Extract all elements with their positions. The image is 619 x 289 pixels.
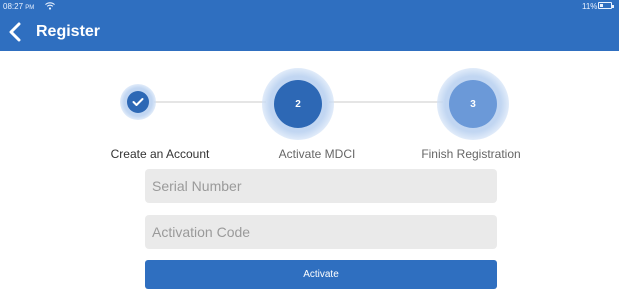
status-time-ampm: PM [25,5,35,11]
status-time-value: 08:27 [3,2,24,11]
battery-icon [598,2,614,9]
step-1-label: Create an Account [110,147,210,161]
activate-button[interactable]: Activate [145,260,497,289]
step-1-circle [127,91,149,113]
wifi-icon [45,2,55,10]
step-3-label: Finish Registration [421,147,521,161]
battery-percentage: 11% [582,2,598,11]
step-3-number: 3 [470,98,476,110]
chevron-left-icon [9,22,21,42]
serial-number-input[interactable] [145,169,497,203]
step-2-number: 2 [295,98,301,110]
step-3-circle: 3 [449,80,497,128]
back-button[interactable] [7,22,25,42]
step-connector-2 [329,101,443,103]
check-icon [132,98,144,106]
step-2-circle: 2 [274,80,322,128]
activate-button-label: Activate [303,269,339,280]
step-2-label: Activate MDCI [278,147,356,161]
page-title: Register [36,23,101,40]
status-time: 08:27 PM [3,2,34,11]
step-connector-1 [154,101,266,103]
app-bar: 08:27 PM 11% Register [0,0,619,51]
activation-code-input[interactable] [145,215,497,249]
